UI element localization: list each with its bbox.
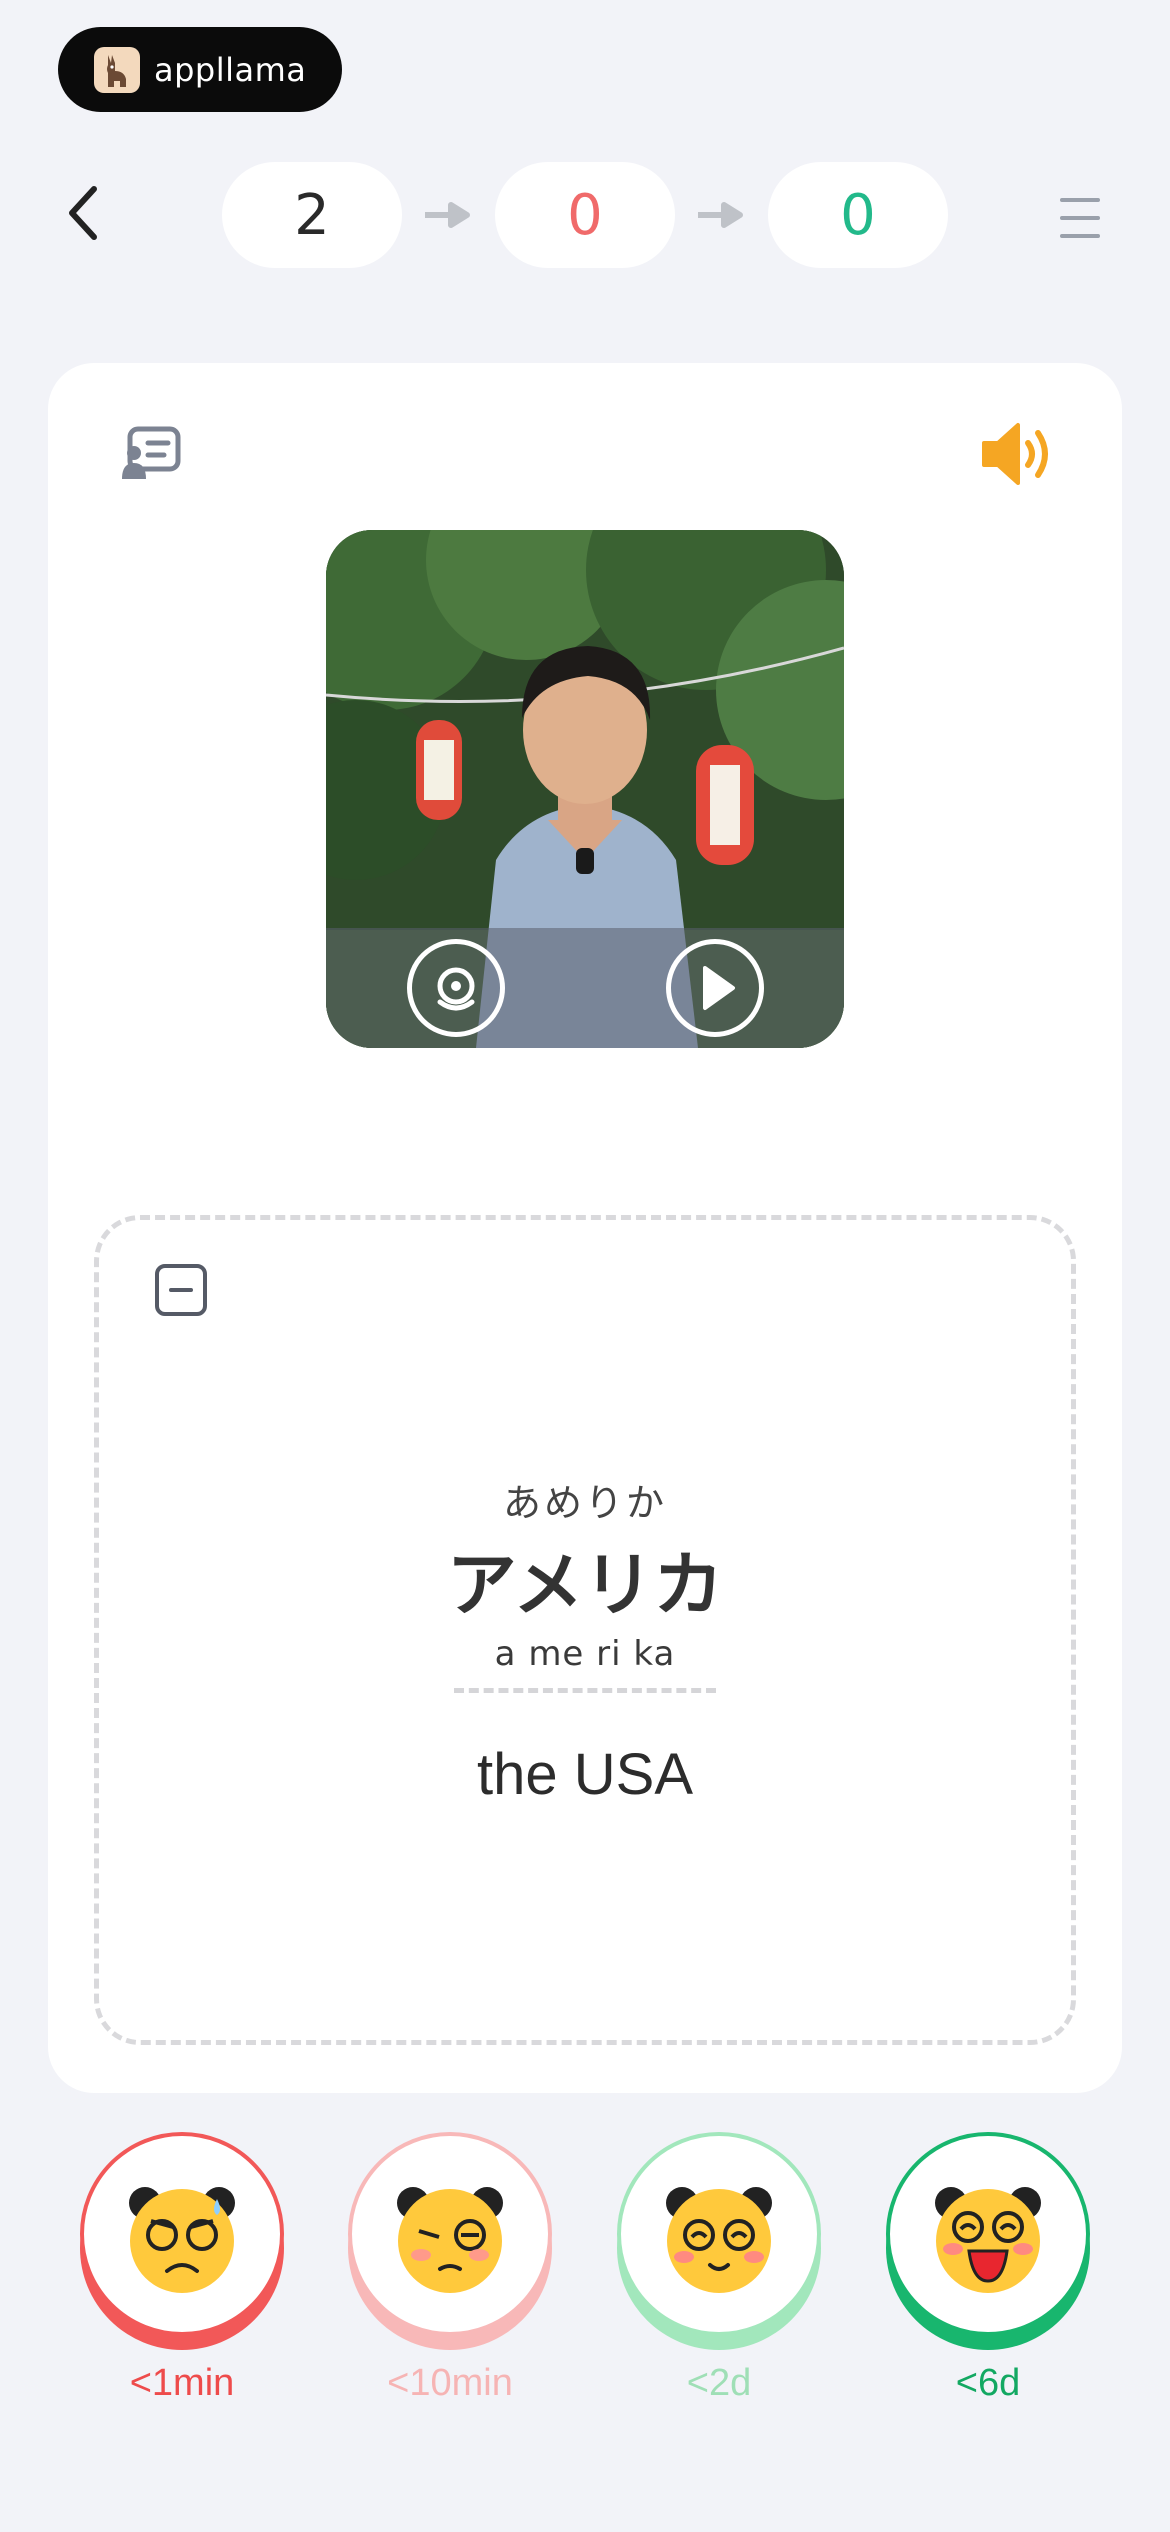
rating-label: <2d — [686, 2362, 752, 2404]
review-counter: 0 — [768, 162, 948, 268]
vocab-entry: あめりか アメリカ a me ri ka the USA — [99, 1472, 1071, 1808]
rating-good-button[interactable]: <2d — [617, 2132, 821, 2405]
rating-label: <6d — [955, 2362, 1021, 2404]
video-controls — [326, 928, 844, 1048]
rating-label: <1min — [129, 2362, 235, 2404]
rating-label: <10min — [387, 2362, 513, 2404]
replay-slow-icon[interactable] — [406, 939, 505, 1037]
speaker-icon[interactable] — [978, 413, 1060, 495]
arrow-right-icon — [696, 200, 746, 230]
rating-again-button[interactable]: <1min — [80, 2132, 284, 2405]
divider — [454, 1688, 716, 1693]
vocab-word: アメリカ — [446, 1544, 724, 1626]
learning-counter: 0 — [495, 162, 675, 268]
romaji-reading: a me ri ka — [494, 1634, 676, 1674]
laughing-face-icon — [886, 2132, 1090, 2336]
llama-logo-icon — [94, 46, 140, 93]
rating-easy-button[interactable]: <6d — [886, 2132, 1090, 2405]
arrow-right-icon — [423, 200, 473, 230]
flashcard-info-icon[interactable] — [120, 425, 182, 481]
play-icon[interactable] — [665, 939, 764, 1037]
pouting-face-icon — [348, 2132, 552, 2336]
hamburger-menu-icon[interactable] — [1056, 194, 1104, 242]
brand-badge: appllama — [58, 27, 342, 112]
back-button[interactable] — [56, 178, 112, 248]
brand-name: appllama — [154, 50, 307, 89]
furigana-reading: あめりか — [502, 1481, 667, 1525]
flashcard: あめりか アメリカ a me ri ka the USA — [48, 363, 1122, 2093]
new-cards-counter: 2 — [222, 162, 402, 268]
answer-panel: あめりか アメリカ a me ri ka the USA — [94, 1215, 1076, 2045]
smiling-wink-face-icon — [617, 2132, 821, 2336]
meaning-text: the USA — [477, 1742, 693, 1807]
sweating-frown-face-icon — [80, 2132, 284, 2336]
chevron-left-icon — [69, 186, 97, 240]
collapse-minus-icon[interactable] — [155, 1264, 207, 1316]
rating-hard-button[interactable]: <10min — [348, 2132, 552, 2405]
pronunciation-video[interactable] — [326, 530, 844, 1048]
